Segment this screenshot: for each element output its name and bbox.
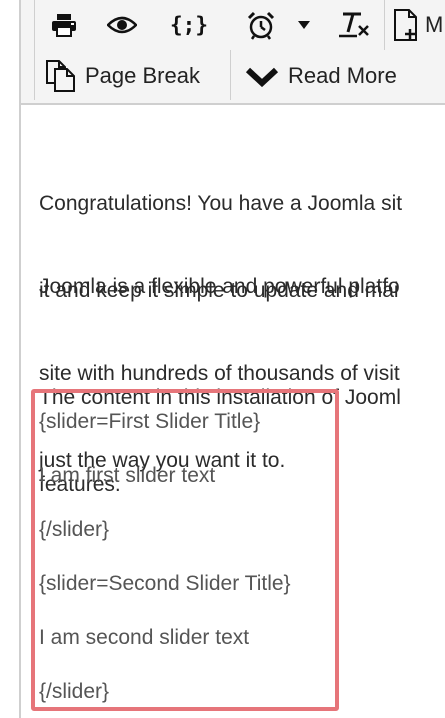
toolbar-separator: [230, 50, 231, 100]
eye-icon: [107, 16, 137, 34]
toolbar-row-1: {;} M: [21, 0, 445, 50]
editor-left-border: [19, 0, 21, 718]
alarm-clock-icon: [247, 11, 275, 40]
chevron-down-icon: [246, 67, 278, 87]
print-button[interactable]: [49, 8, 79, 42]
toolbar-separator: [384, 0, 385, 50]
paragraph-line: Joomla is a flexible and powerful platfo: [39, 275, 400, 298]
page-break-icon: [46, 60, 75, 92]
page-break-button[interactable]: Page Break: [45, 56, 225, 96]
clear-formatting-icon: [339, 12, 369, 38]
page-break-label: Page Break: [85, 63, 200, 88]
schedule-dropdown[interactable]: [293, 8, 315, 42]
new-document-icon: [394, 9, 417, 41]
toolbar-row-2: Page Break Read More: [21, 50, 445, 102]
slider-close-tag: {/slider}: [39, 518, 110, 541]
editor-frame: {;} M Page Break Read More Congratulatio…: [0, 0, 445, 718]
slider-text: I am second slider text: [39, 626, 250, 649]
toolbar-separator: [34, 0, 35, 50]
preview-button[interactable]: [105, 8, 139, 42]
slider-close-tag: {/slider}: [39, 680, 110, 703]
code-icon: {;}: [170, 13, 208, 37]
read-more-button[interactable]: Read More: [246, 56, 441, 96]
slider-text: I am first slider text: [39, 464, 216, 487]
caret-down-icon: [298, 21, 310, 29]
schedule-button[interactable]: [243, 8, 279, 42]
new-module-label: M: [425, 12, 444, 37]
clear-formatting-button[interactable]: [334, 8, 374, 42]
new-module-button[interactable]: M: [393, 6, 445, 44]
editor-toolbar: {;} M Page Break Read More: [21, 0, 445, 105]
slider-open-tag: {slider=First Slider Title}: [39, 410, 261, 433]
print-icon: [52, 14, 76, 37]
toolbar-separator: [34, 50, 35, 100]
read-more-label: Read More: [288, 63, 397, 88]
slider-open-tag: {slider=Second Slider Title}: [39, 572, 291, 595]
code-button[interactable]: {;}: [167, 8, 211, 42]
slider-highlight-box: [31, 389, 339, 711]
